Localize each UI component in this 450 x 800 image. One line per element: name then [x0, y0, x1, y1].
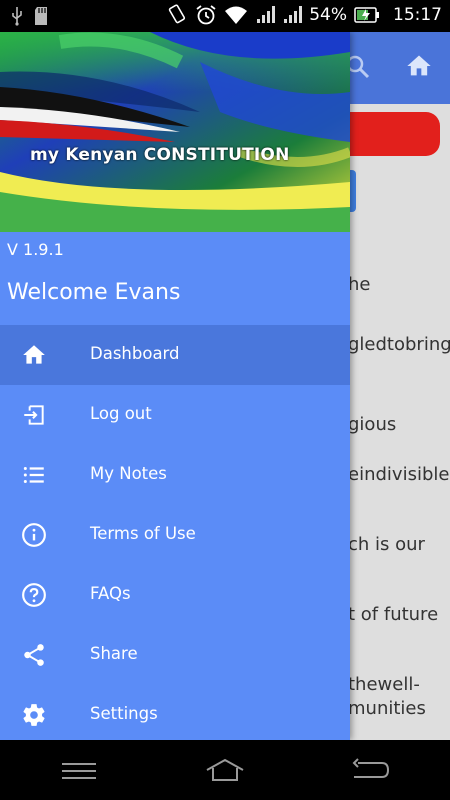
battery-percent: 54%: [309, 5, 347, 25]
wifi-icon: [225, 6, 248, 24]
menu-item-label: Log out: [90, 404, 152, 423]
menu-item-label: Terms of Use: [90, 524, 196, 543]
status-bar: 54% 15:17: [0, 0, 450, 32]
share-icon: [24, 644, 44, 666]
welcome-message: Welcome Evans: [7, 280, 181, 305]
status-time: 15:17: [393, 5, 442, 25]
back-icon[interactable]: [352, 757, 390, 781]
alarm-icon: [196, 5, 216, 25]
menu-item-faqs[interactable]: FAQs: [0, 565, 350, 625]
menu-icon[interactable]: [62, 762, 96, 780]
rotate-icon: [168, 4, 186, 24]
status-bar-left: [10, 6, 48, 26]
drawer-banner: my Kenyan CONSTITUTION: [0, 32, 350, 232]
signal-icon: [284, 6, 303, 23]
bg-text-line: t of future: [348, 604, 439, 625]
battery-icon: [354, 7, 379, 23]
usb-icon: [12, 7, 22, 26]
bg-text-line: gledtobring: [348, 334, 450, 355]
menu-item-my-notes[interactable]: My Notes: [0, 445, 350, 505]
bg-text-line: gious: [348, 414, 397, 435]
gear-icon: [23, 704, 45, 726]
system-nav-bar: [0, 740, 450, 800]
status-bar-right: 54% 15:17: [166, 4, 442, 26]
menu-item-label: Dashboard: [90, 344, 180, 363]
sd-card-icon: [35, 7, 47, 25]
menu-item-label: FAQs: [90, 584, 131, 603]
drawer-menu: Dashboard Log out My Notes Terms of Use …: [0, 325, 350, 740]
home-icon: [23, 345, 45, 364]
menu-item-label: Share: [90, 644, 138, 663]
navigation-drawer: my Kenyan CONSTITUTION V 1.9.1 Welcome E…: [0, 32, 350, 740]
help-icon: [22, 583, 46, 607]
logout-icon: [24, 405, 44, 425]
menu-item-share[interactable]: Share: [0, 625, 350, 685]
menu-item-dashboard[interactable]: Dashboard: [0, 325, 350, 385]
menu-item-settings[interactable]: Settings: [0, 685, 350, 740]
bg-text-line: eindivisible: [348, 464, 450, 485]
menu-item-label: My Notes: [90, 464, 167, 483]
bg-text-line: thewell-: [348, 674, 420, 695]
menu-item-logout[interactable]: Log out: [0, 385, 350, 445]
bg-text-line: ch is our: [348, 534, 425, 555]
home-icon[interactable]: [405, 52, 433, 80]
app-version: V 1.9.1: [7, 240, 64, 259]
list-icon: [23, 466, 44, 484]
home-nav-icon[interactable]: [205, 758, 245, 782]
banner-painting: [0, 32, 350, 232]
menu-item-terms[interactable]: Terms of Use: [0, 505, 350, 565]
bg-text-line: munities: [348, 698, 426, 719]
bg-text-line: he: [348, 274, 371, 295]
banner-title: my Kenyan CONSTITUTION: [30, 145, 290, 165]
info-icon: [22, 523, 46, 547]
signal-icon: [257, 6, 276, 23]
menu-item-label: Settings: [90, 704, 158, 723]
